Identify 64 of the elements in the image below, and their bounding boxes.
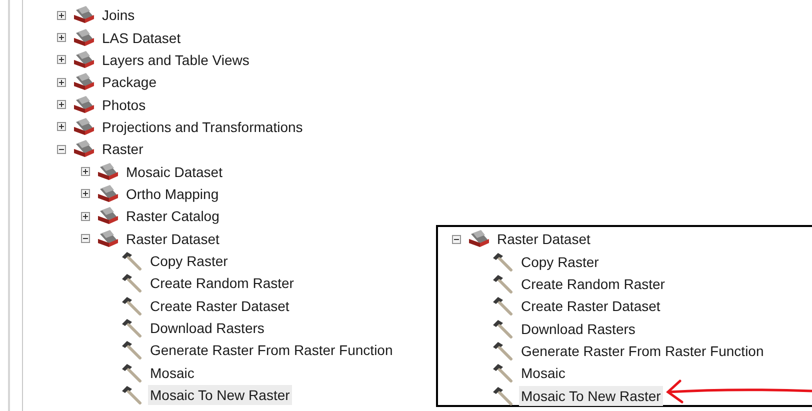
toolset-label[interactable]: Photos: [100, 94, 148, 115]
tool-label[interactable]: Generate Raster From Raster Function: [519, 340, 766, 361]
toolbox-icon: [73, 140, 95, 158]
expand-icon[interactable]: [81, 189, 90, 198]
toolset-label[interactable]: Raster Dataset: [495, 229, 592, 250]
tool-label[interactable]: Mosaic To New Raster: [519, 386, 663, 406]
collapse-icon[interactable]: [452, 234, 461, 244]
toolset-label[interactable]: Projections and Transformations: [100, 116, 305, 137]
expand-icon[interactable]: [57, 10, 66, 20]
hammer-icon: [121, 340, 143, 360]
tool-label[interactable]: Create Raster Dataset: [148, 296, 292, 316]
toolbox-icon: [73, 96, 95, 114]
hammer-icon: [492, 318, 514, 339]
collapse-icon[interactable]: [81, 234, 90, 244]
expand-icon[interactable]: [81, 167, 90, 176]
tool-label[interactable]: Copy Raster: [519, 252, 601, 272]
expand-icon[interactable]: [57, 33, 66, 42]
toolset-label[interactable]: Raster Catalog: [124, 206, 222, 226]
toolbox-icon: [97, 207, 119, 226]
toolset-label[interactable]: LAS Dataset: [100, 28, 183, 48]
tool-label[interactable]: Mosaic: [519, 363, 568, 384]
expand-icon[interactable]: [57, 100, 66, 110]
toolset-label[interactable]: Raster: [100, 139, 146, 160]
tool-label[interactable]: Mosaic To New Raster: [148, 385, 292, 406]
toolbox-icon: [73, 6, 95, 24]
hammer-icon: [121, 318, 143, 338]
toolset-label[interactable]: Raster Dataset: [124, 228, 222, 249]
toolset-label[interactable]: Joins: [100, 5, 137, 26]
hammer-icon: [492, 363, 514, 384]
toolbox-icon: [97, 184, 119, 203]
hammer-icon: [492, 274, 514, 294]
toolset-label[interactable]: Ortho Mapping: [124, 184, 221, 204]
hammer-icon: [492, 340, 514, 361]
hammer-icon: [121, 296, 143, 316]
toolset-label[interactable]: Layers and Table Views: [100, 50, 252, 70]
toolbox-icon: [73, 73, 95, 92]
hammer-icon: [121, 385, 143, 406]
toolbox-icon: [73, 118, 95, 136]
tool-label[interactable]: Download Rasters: [148, 318, 266, 338]
tool-label[interactable]: Generate Raster From Raster Function: [148, 340, 395, 360]
hammer-icon: [121, 273, 143, 294]
tool-label[interactable]: Copy Raster: [148, 250, 230, 271]
hammer-icon: [492, 252, 514, 272]
tool-label[interactable]: Create Random Raster: [519, 274, 667, 294]
hammer-icon: [492, 296, 514, 316]
tool-label[interactable]: Create Random Raster: [148, 273, 296, 294]
collapse-icon[interactable]: [57, 144, 66, 154]
toolset-label[interactable]: Mosaic Dataset: [124, 162, 224, 182]
toolbox-icon: [97, 230, 119, 248]
expand-icon[interactable]: [57, 55, 66, 64]
expand-icon[interactable]: [57, 122, 66, 132]
toolset-label[interactable]: Package: [100, 72, 158, 92]
tool-label[interactable]: Create Raster Dataset: [519, 296, 662, 316]
toolbox-icon: [73, 50, 95, 69]
toolbox-icon: [73, 28, 95, 47]
hammer-icon: [121, 362, 143, 383]
toolbox-icon: [97, 162, 119, 181]
hammer-icon: [121, 250, 143, 271]
tool-label[interactable]: Mosaic: [148, 362, 196, 383]
tool-label[interactable]: Download Rasters: [519, 318, 638, 339]
expand-icon[interactable]: [57, 78, 66, 87]
hammer-icon: [492, 386, 514, 406]
toolbox-icon: [468, 230, 490, 248]
expand-icon[interactable]: [81, 212, 90, 221]
